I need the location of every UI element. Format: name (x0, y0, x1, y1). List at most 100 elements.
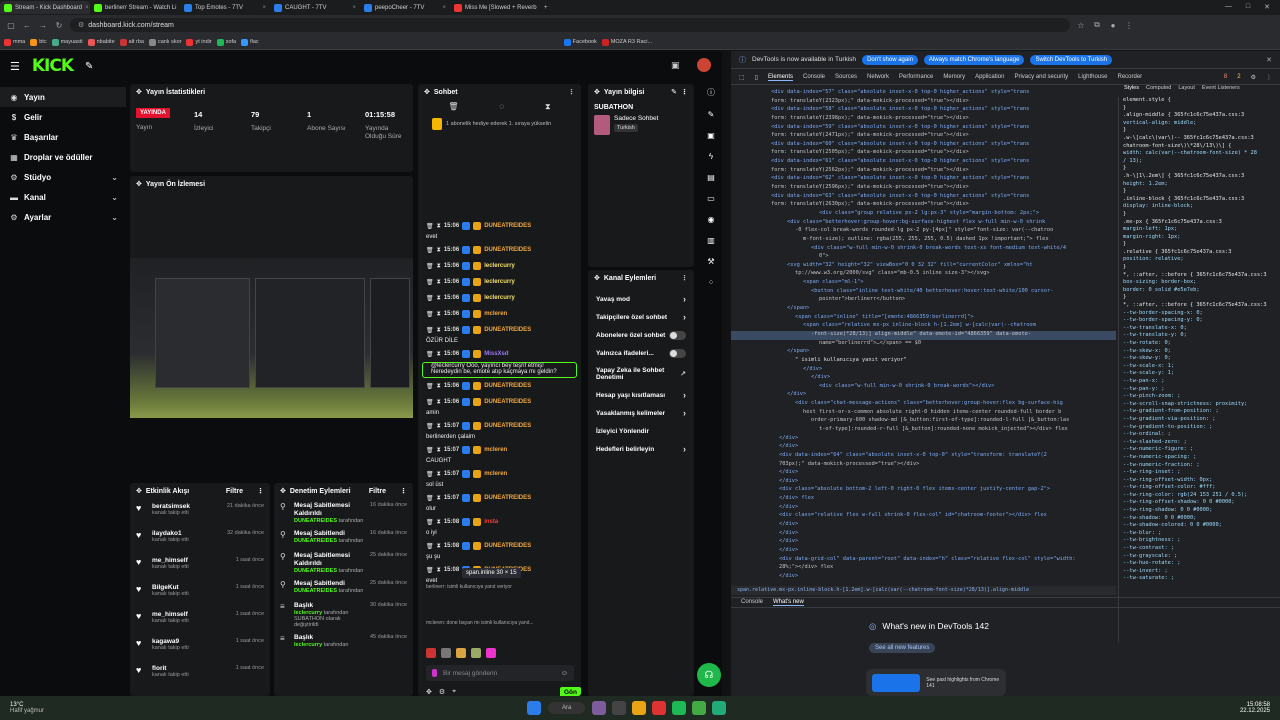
dom-node-line[interactable]: <div data-index="62" class="absolute ins… (731, 175, 1116, 184)
dom-node-line[interactable]: </div> (731, 530, 1116, 539)
close-icon[interactable]: × (85, 5, 89, 11)
filter-button[interactable]: Filtre (369, 488, 386, 495)
activity-item[interactable]: ♥ beratsimsek kanalı takip etti 21 dakika ö… (130, 499, 270, 526)
style-rule-line[interactable]: --tw-brightness: ; (1119, 537, 1280, 545)
start-icon[interactable] (527, 701, 542, 715)
channel-action[interactable]: Yapay Zeka ile Sohbet Denetimi ↗ (588, 362, 694, 386)
style-rule-line[interactable]: } (1119, 105, 1280, 113)
devtools-tab[interactable]: Elements (767, 74, 793, 81)
delete-icon[interactable]: 🗑 (426, 423, 434, 430)
chat-message[interactable]: 🗑 ⧗ 15:07 mcleren (418, 466, 581, 482)
style-rule-line[interactable]: } (1119, 264, 1280, 272)
delete-icon[interactable]: 🗑 (426, 519, 434, 526)
style-rule-line[interactable]: --tw-ordinal: ; (1119, 431, 1280, 439)
back-icon[interactable]: ← (22, 21, 32, 30)
dont-show-again-button[interactable]: Don't show again (862, 54, 918, 65)
delete-icon[interactable]: 🗑 (426, 311, 434, 318)
chat-message[interactable]: 🗑 ⧗ 15:06 leclercurry (418, 290, 581, 306)
timeout-icon[interactable]: ⧗ (437, 247, 441, 254)
browser-tab[interactable]: Top Emotes - 7TV × (180, 1, 270, 14)
chat-message[interactable]: 🗑 ⧗ 15:06 DUNEATREIDES (418, 378, 581, 394)
style-rule-line[interactable]: --tw-grayscale: ; (1119, 553, 1280, 561)
dom-node-line[interactable]: </span> (731, 305, 1116, 314)
moderation-item[interactable]: ⚲ Mesaj Sabitlemesi Kaldırıldı DUNEATREIDE… (274, 549, 413, 577)
style-rule-line[interactable]: --tw-skew-x: 0; (1119, 348, 1280, 356)
spotify-icon[interactable] (672, 701, 687, 715)
delete-icon[interactable]: 🗑 (426, 399, 434, 406)
settings-icon[interactable]: ⚙ (1251, 74, 1256, 81)
dom-node-line[interactable]: <div class="chat-message-actions" class=… (731, 400, 1116, 409)
dom-node-line[interactable]: </div> (731, 547, 1116, 556)
timeout-icon[interactable]: ⧗ (437, 447, 441, 454)
timeout-icon[interactable]: ⧗ (437, 399, 441, 406)
chat-username[interactable]: DUNEATREIDES (484, 423, 531, 429)
dom-node-line[interactable]: </div> (731, 538, 1116, 547)
style-rule-line[interactable]: --tw-slashed-zero: ; (1119, 439, 1280, 447)
style-rule-line[interactable]: --tw-border-spacing-x: 0; (1119, 310, 1280, 318)
bookmark[interactable]: nbabite (87, 38, 115, 46)
channel-action[interactable]: Abonelere özel sohbet (588, 326, 694, 344)
emote[interactable] (456, 648, 466, 658)
close-icon[interactable]: × (352, 5, 356, 11)
minimize-icon[interactable]: — (1225, 3, 1232, 11)
style-rule-line[interactable]: *, ::after, ::before { 365fc1c6c75e437a.… (1119, 272, 1280, 280)
wrench-icon[interactable]: ⚒ (707, 257, 714, 266)
browser-tab[interactable]: Stream - Kick Dashboard × (0, 1, 90, 14)
channel-action[interactable]: Yalnızca ifadeleri... (588, 344, 694, 362)
style-rule-line[interactable]: --tw-scale-x: 1; (1119, 363, 1280, 371)
dom-node-line[interactable]: <button class="inline text-white/40 bett… (731, 288, 1116, 297)
weather-widget[interactable]: 13°C Hafif yağmur (10, 702, 44, 714)
delete-icon[interactable]: 🗑 (426, 247, 434, 254)
style-rule-line[interactable]: height: 1.2em; (1119, 181, 1280, 189)
style-rule-line[interactable]: --tw-invert: ; (1119, 568, 1280, 576)
browser-tab[interactable]: peepoCheer - 7TV × (360, 1, 450, 14)
dom-node-line[interactable]: -0 flex-col break-words rounded-lg px-2 … (731, 227, 1116, 236)
new-tab-button[interactable]: + (540, 1, 556, 14)
dom-node-line[interactable]: m-font-size); outline: rgba(255, 255, 25… (731, 236, 1116, 245)
bookmark[interactable]: Facebook (563, 38, 597, 46)
chrome-icon[interactable] (712, 701, 727, 715)
chat-username[interactable]: MissXsd (484, 351, 508, 357)
style-rule-line[interactable]: --tw-ring-offset-width: 0px; (1119, 477, 1280, 485)
hamburger-menu-icon[interactable]: ☰ (10, 60, 20, 73)
chat-username[interactable]: mcleren (484, 311, 507, 317)
dom-node-line[interactable]: t-of-type]:rounded-r-full [&_button]:rou… (731, 426, 1116, 435)
folder-icon[interactable] (632, 701, 647, 715)
style-rule-line[interactable]: --tw-translate-y: 0; (1119, 332, 1280, 340)
chat-username[interactable]: DUNEATREIDES (484, 247, 531, 253)
style-rule-line[interactable]: --tw-gradient-from-position: ; (1119, 408, 1280, 416)
style-rule-line[interactable]: chatroom-font-size\)\*28\/13\)\] { (1119, 143, 1280, 151)
timeout-icon[interactable]: ⧗ (437, 295, 441, 302)
delete-icon[interactable]: 🗑 (426, 223, 434, 230)
timeout-icon[interactable]: ⧗ (437, 543, 441, 550)
switch-language-button[interactable]: Switch DevTools to Turkish (1030, 54, 1113, 65)
style-rule-line[interactable]: --tw-blur: ; (1119, 530, 1280, 538)
dom-node-line[interactable]: <div data-grid-col" data-parent="root" d… (731, 556, 1116, 565)
style-rule-line[interactable]: --tw-scroll-snap-strictness: proximity; (1119, 401, 1280, 409)
dom-node-line[interactable]: form: translateY(2596px);" data-mokick-p… (731, 184, 1116, 193)
sidebar-item-droplar[interactable]: ▦ Droplar ve ödüller (0, 147, 126, 167)
dom-node-line[interactable]: -font-size)*28/13)] align-middle" data-e… (731, 330, 1116, 340)
delete-icon[interactable]: 🗑 (426, 383, 434, 390)
moderator-name[interactable]: DUNEATREIDES (294, 538, 337, 544)
style-rule-line[interactable]: --tw-hue-rotate: ; (1119, 560, 1280, 568)
moderator-name[interactable]: DUNEATREIDES (294, 588, 337, 594)
info-icon[interactable]: ⓘ (707, 87, 715, 98)
chat-username[interactable]: leclercurry (484, 295, 515, 301)
chat-message[interactable]: 🗑 ⧗ 15:06 leclercurry (418, 274, 581, 290)
chat-message[interactable]: 🗑 ⧗ 15:06 DUNEATREIDES (418, 218, 581, 234)
dom-node-line[interactable]: <div class="betterhover:group-hover:bg-s… (731, 219, 1116, 228)
settings-icon[interactable]: ⚙ (439, 688, 445, 696)
style-rule-line[interactable]: element.style { (1119, 97, 1280, 105)
extensions-icon[interactable]: ⧉ (1092, 20, 1102, 30)
inspect-icon[interactable]: ⬚ (739, 74, 745, 81)
maximize-icon[interactable]: □ (1246, 3, 1250, 11)
delete-icon[interactable]: 🗑 (426, 279, 434, 286)
dom-node-line[interactable]: </div> flex (731, 495, 1116, 504)
style-rule-line[interactable]: --tw-numeric-spacing: ; (1119, 454, 1280, 462)
timeout-icon[interactable]: ⧗ (437, 495, 441, 502)
cursor-icon[interactable]: ⌖ (452, 688, 456, 696)
style-rule-line[interactable]: --tw-ring-offset-color: #fff; (1119, 484, 1280, 492)
url-field[interactable]: ⚙ dashboard.kick.com/stream (70, 18, 1070, 32)
emoji-icon[interactable]: ☺ (561, 670, 568, 677)
